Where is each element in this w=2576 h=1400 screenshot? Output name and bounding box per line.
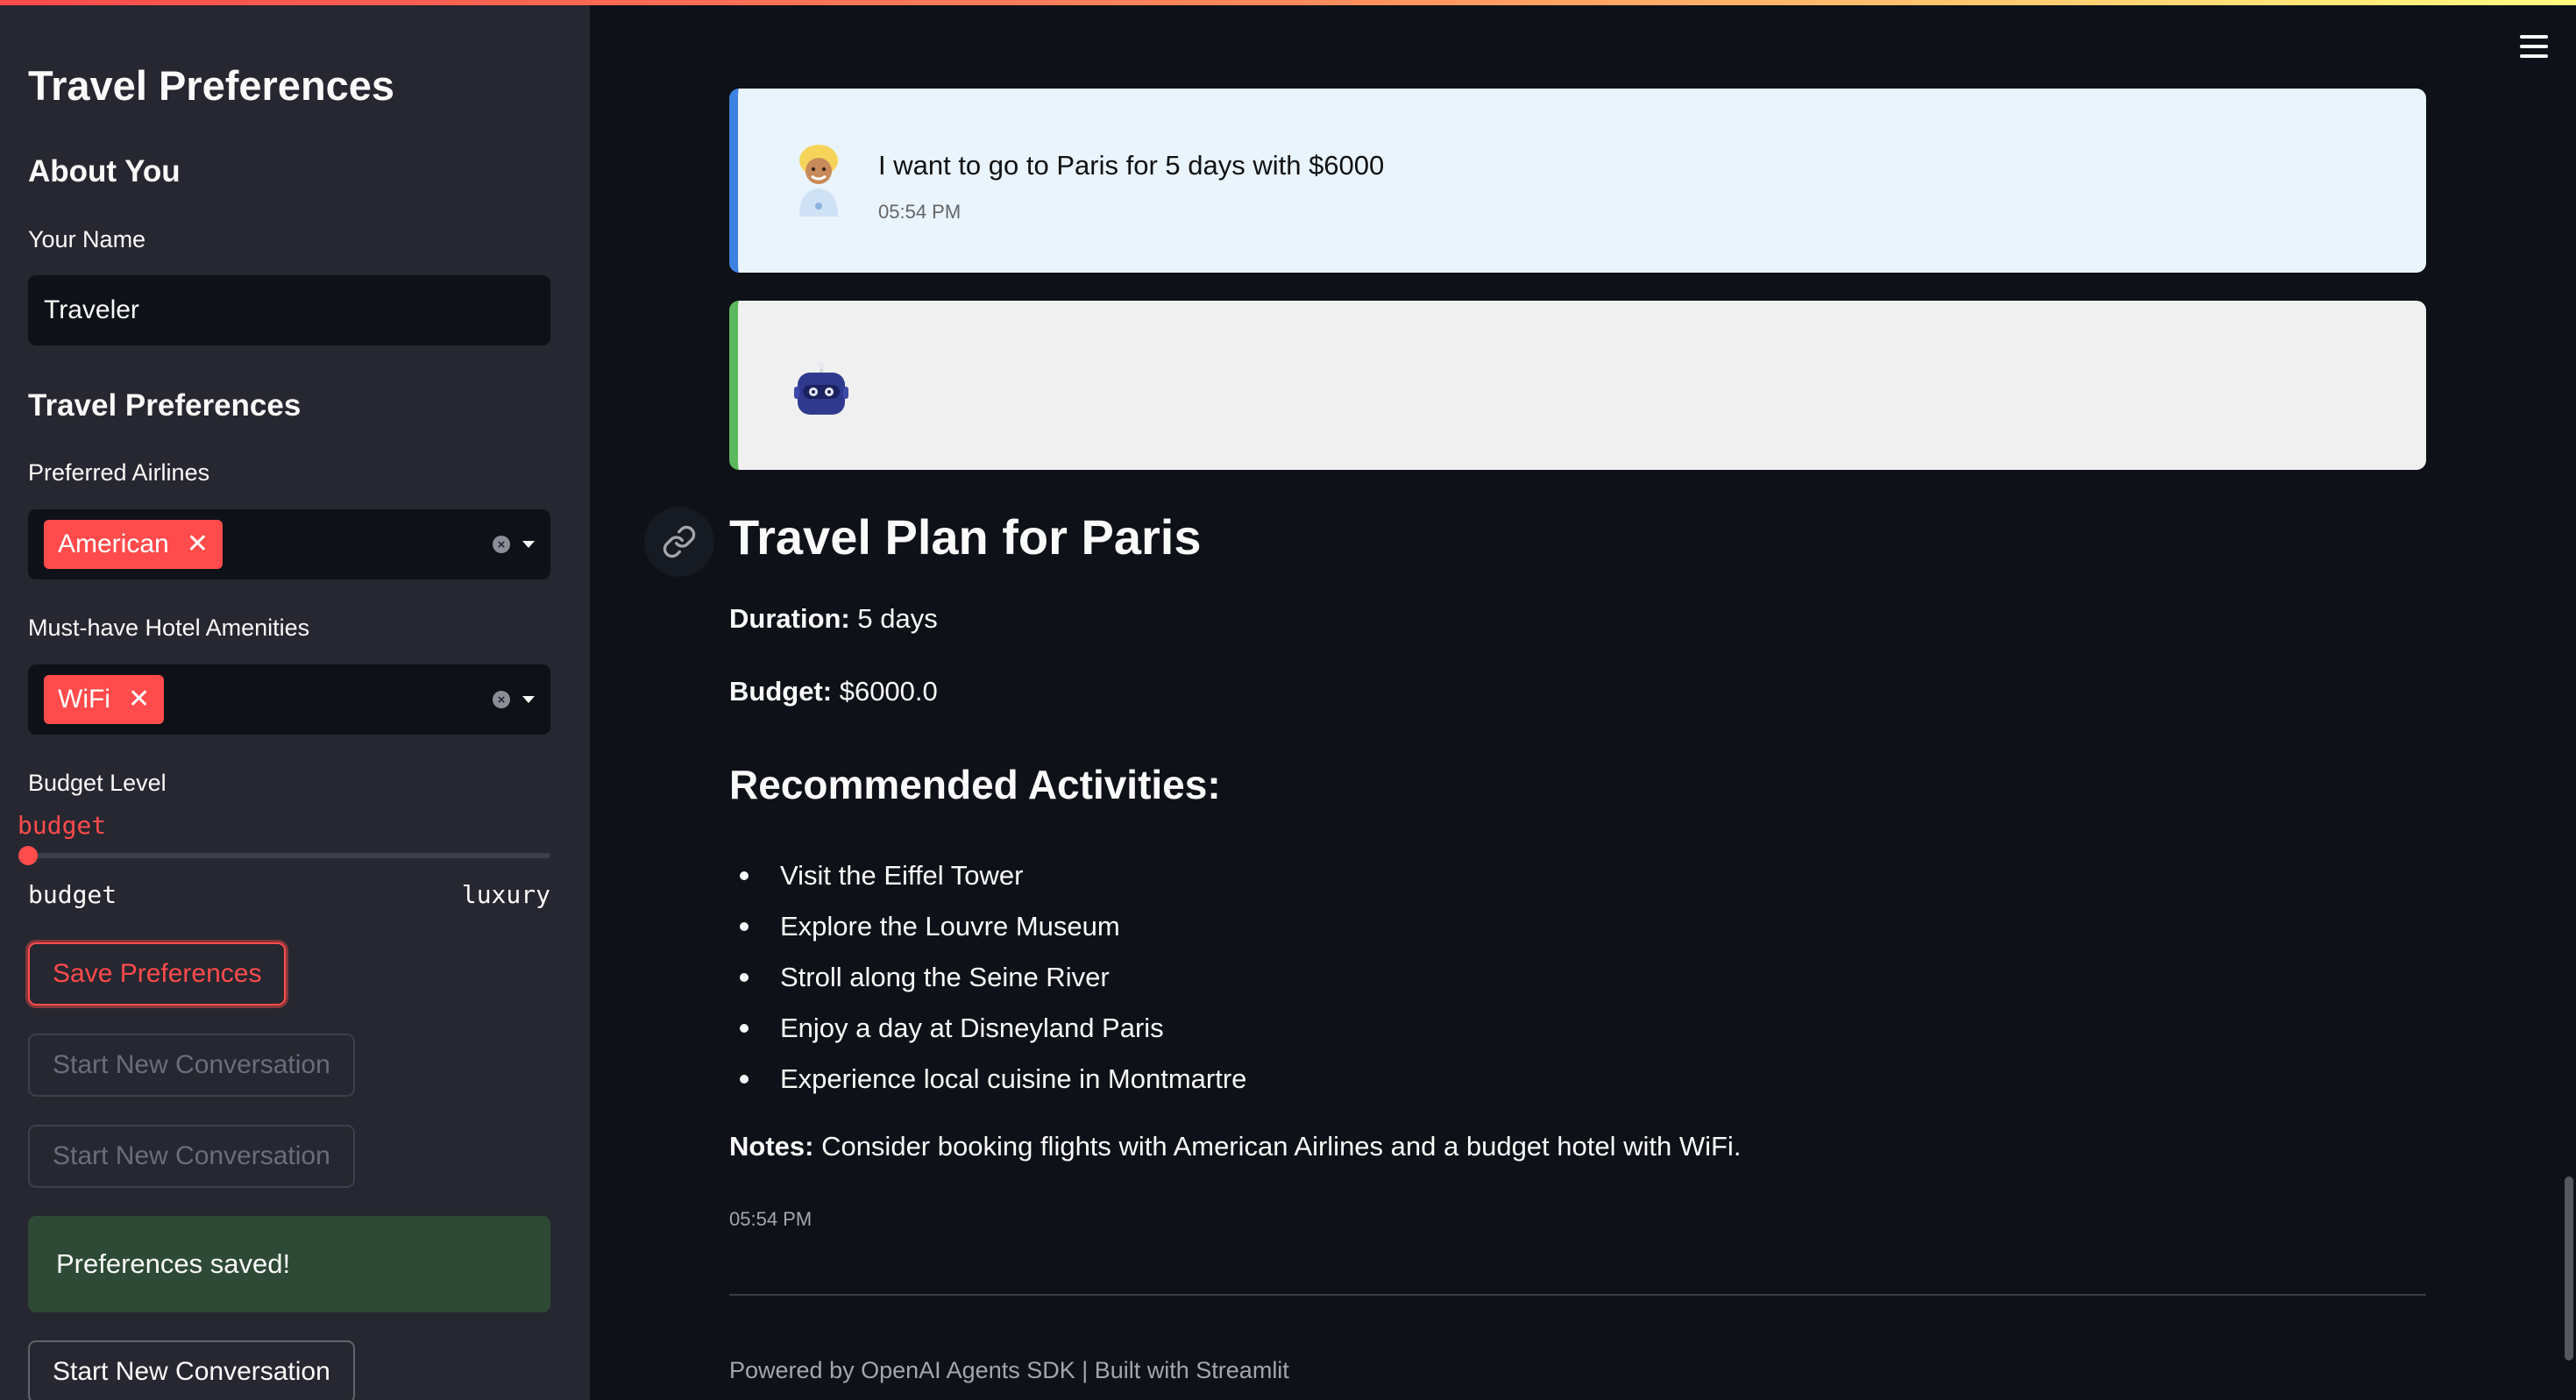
clear-icon[interactable]: × xyxy=(493,691,510,708)
user-message-time: 05:54 PM xyxy=(878,201,962,223)
start-new-conversation-button-disabled: Start New Conversation xyxy=(28,1034,355,1097)
slider-min-label: budget xyxy=(28,880,117,909)
list-item: Stroll along the Seine River xyxy=(729,952,1246,1003)
clear-icon[interactable]: × xyxy=(493,536,510,553)
assistant-message xyxy=(729,301,2426,470)
start-new-conversation-button-disabled: Start New Conversation xyxy=(28,1125,355,1188)
plan-time: 05:54 PM xyxy=(729,1208,813,1230)
notes-line: Notes: Consider booking flights with Ame… xyxy=(729,1131,1741,1162)
save-preferences-button[interactable]: Save Preferences xyxy=(28,942,287,1006)
top-decoration-bar xyxy=(0,0,2576,5)
footer-text: Powered by OpenAI Agents SDK | Built wit… xyxy=(729,1357,1289,1383)
budget-label: Budget: xyxy=(729,676,833,707)
amenity-tag-label: WiFi xyxy=(58,685,110,714)
notes-value: Consider booking flights with American A… xyxy=(813,1131,1742,1162)
success-alert: Preferences saved! xyxy=(28,1216,550,1312)
duration-label: Duration: xyxy=(729,603,850,634)
user-avatar-icon xyxy=(799,145,838,217)
airline-tag: American ✕ xyxy=(44,520,223,569)
airlines-label: Preferred Airlines xyxy=(28,459,210,486)
travel-preferences-heading: Travel Preferences xyxy=(28,388,302,423)
start-new-conversation-button[interactable]: Start New Conversation xyxy=(28,1340,355,1400)
list-item: Visit the Eiffel Tower xyxy=(729,850,1246,901)
bot-avatar-icon xyxy=(794,362,848,415)
chevron-down-icon[interactable] xyxy=(522,696,535,703)
budget-line: Budget: $6000.0 xyxy=(729,676,938,707)
activities-list: Visit the Eiffel Tower Explore the Louvr… xyxy=(729,850,1246,1105)
about-heading: About You xyxy=(28,154,181,188)
scrollbar[interactable] xyxy=(2565,1176,2573,1361)
name-input[interactable] xyxy=(28,275,550,345)
duration-value: 5 days xyxy=(849,603,938,634)
list-item: Explore the Louvre Museum xyxy=(729,901,1246,952)
name-label: Your Name xyxy=(28,226,146,252)
airline-tag-label: American xyxy=(58,529,169,558)
divider xyxy=(729,1294,2426,1296)
user-message-text: I want to go to Paris for 5 days with $6… xyxy=(878,150,1385,181)
budget-slider-thumb[interactable] xyxy=(18,846,38,865)
slider-current-value: budget xyxy=(18,811,107,840)
list-item: Experience local cuisine in Montmartre xyxy=(729,1054,1246,1105)
budget-value: $6000.0 xyxy=(832,676,938,707)
activities-heading: Recommended Activities: xyxy=(729,762,1221,807)
airlines-multiselect[interactable]: American ✕ × xyxy=(28,509,550,579)
budget-slider-track[interactable] xyxy=(28,853,550,858)
notes-label: Notes: xyxy=(729,1131,814,1162)
amenities-multiselect[interactable]: WiFi ✕ × xyxy=(28,664,550,735)
sidebar: Travel Preferences About You Your Name T… xyxy=(0,0,590,1400)
amenity-tag: WiFi ✕ xyxy=(44,675,165,724)
budget-label: Budget Level xyxy=(28,770,167,796)
plan-title: Travel Plan for Paris xyxy=(729,509,1202,565)
link-icon[interactable] xyxy=(644,507,714,577)
close-icon[interactable]: ✕ xyxy=(187,531,209,558)
duration-line: Duration: 5 days xyxy=(729,603,938,635)
menu-icon[interactable] xyxy=(2520,35,2548,58)
close-icon[interactable]: ✕ xyxy=(128,686,150,713)
user-message: I want to go to Paris for 5 days with $6… xyxy=(729,89,2426,273)
list-item: Enjoy a day at Disneyland Paris xyxy=(729,1003,1246,1054)
amenities-label: Must-have Hotel Amenities xyxy=(28,615,310,641)
slider-max-label: luxury xyxy=(461,880,550,909)
chevron-down-icon[interactable] xyxy=(522,541,535,548)
sidebar-title: Travel Preferences xyxy=(28,62,395,109)
